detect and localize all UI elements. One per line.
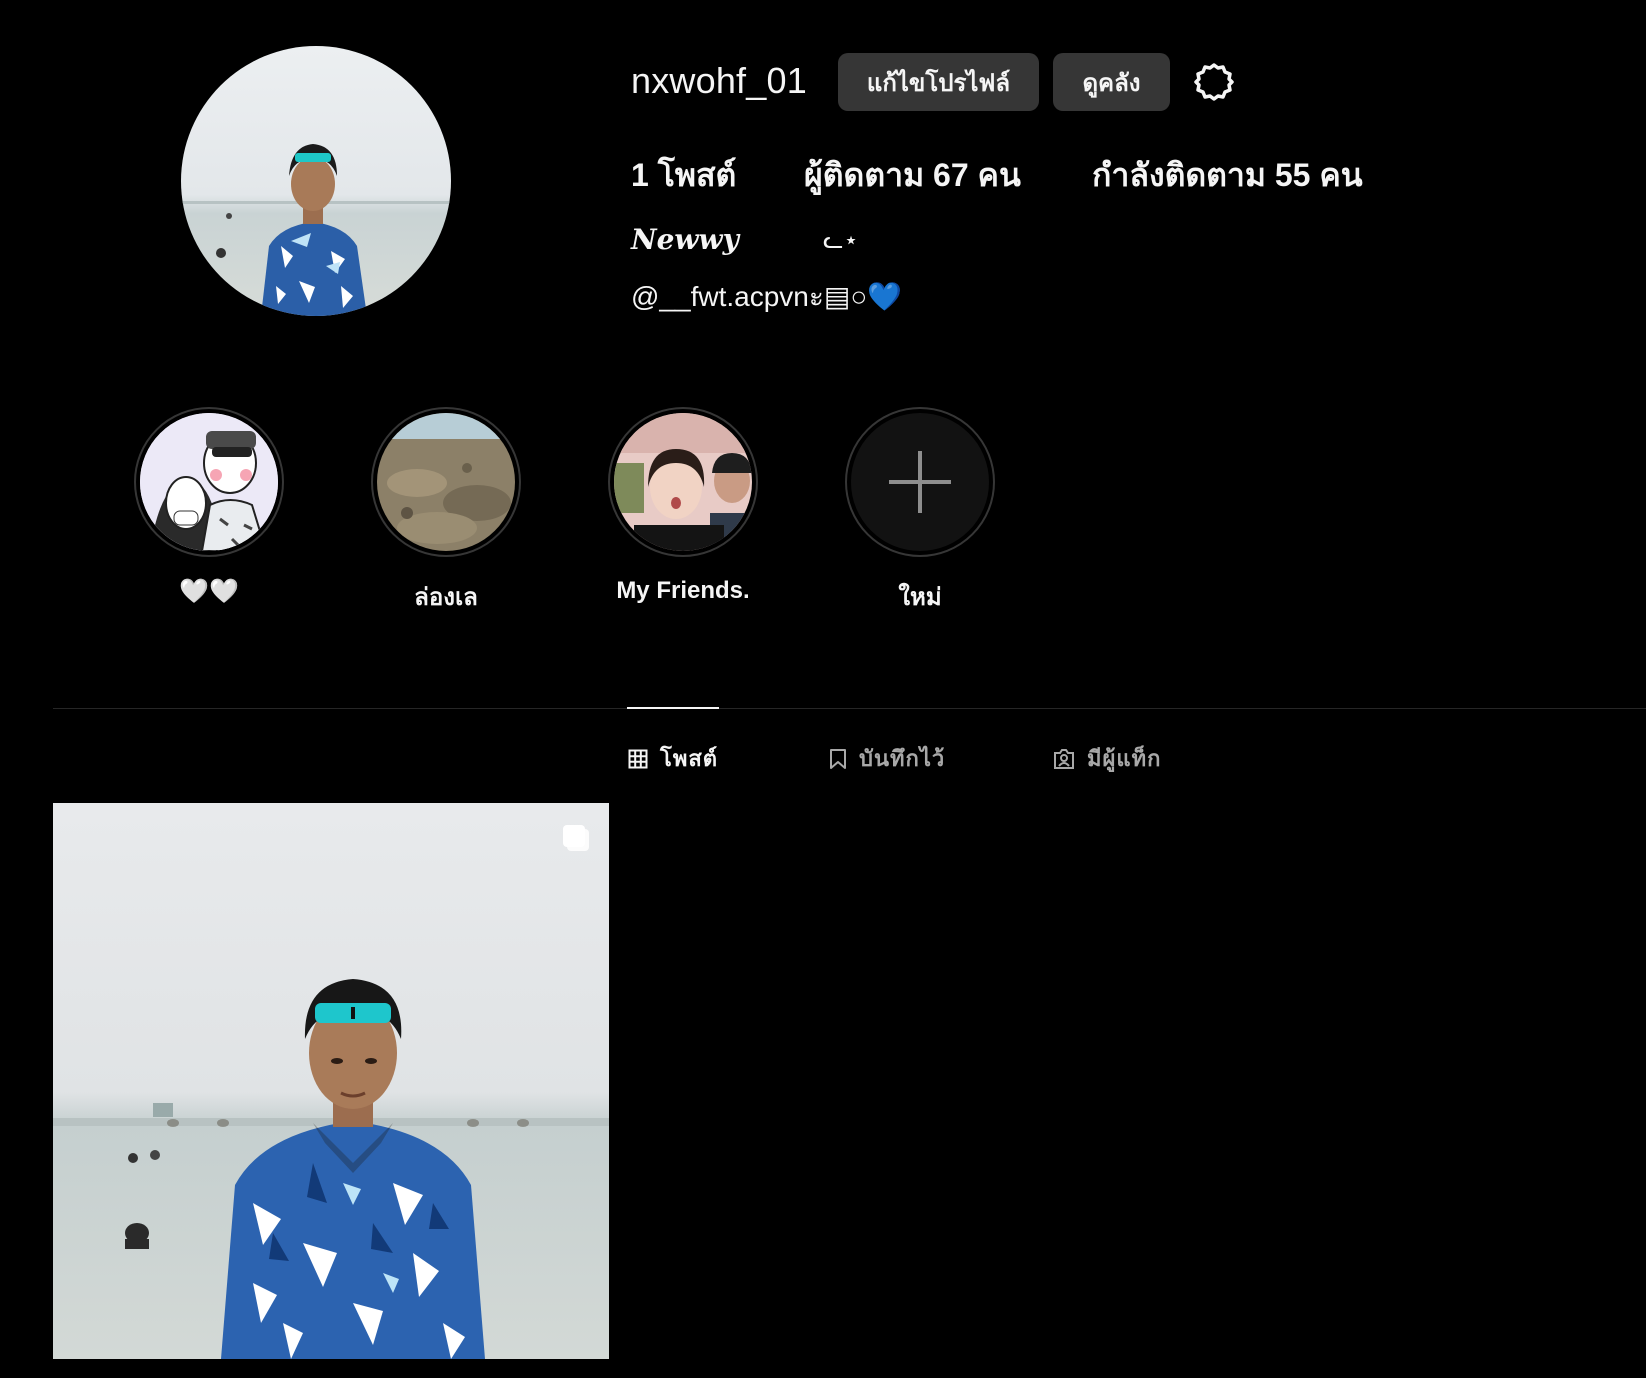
- highlight-3[interactable]: [608, 407, 758, 557]
- tab-posts-label: โพสต์: [660, 746, 719, 771]
- post-thumbnail[interactable]: [53, 803, 609, 1359]
- edit-profile-button[interactable]: แก้ไขโปรไฟล์: [838, 53, 1039, 111]
- highlight-cover: [614, 413, 752, 551]
- view-archive-button[interactable]: ดูคลัง: [1053, 53, 1170, 111]
- posts-count: 1 โพสต์: [631, 157, 737, 193]
- grid-icon: [628, 749, 648, 768]
- following-count[interactable]: กำลังติดตาม 55 คน: [1092, 150, 1363, 201]
- avatar-photo: [181, 46, 451, 316]
- active-tab-indicator: [627, 707, 719, 709]
- plus-icon: [889, 451, 951, 513]
- tabs-divider: [53, 708, 1646, 709]
- tab-tagged-label: มีผู้แท็ก: [1087, 746, 1162, 771]
- new-highlight-circle: [851, 413, 989, 551]
- followers-count[interactable]: ผู้ติดตาม 67 คน: [804, 150, 1021, 201]
- highlight-2-label: ล่องเล: [414, 584, 478, 611]
- new-highlight-button[interactable]: [845, 407, 995, 557]
- highlight-cover: [140, 413, 278, 551]
- tab-saved[interactable]: บันทึกไว้: [829, 741, 945, 776]
- tab-posts[interactable]: โพสต์: [628, 741, 718, 776]
- new-highlight-label: ใหม่: [898, 584, 942, 611]
- carousel-icon: [561, 823, 591, 853]
- highlight-1[interactable]: [134, 407, 284, 557]
- tagged-user-icon: [1054, 748, 1074, 769]
- bio-symbol: ᓚ⋆: [823, 227, 859, 254]
- post-photo: [53, 803, 609, 1359]
- bio-text: @__fwt.acpvnะ▤○💙: [631, 281, 903, 312]
- gear-icon[interactable]: [1193, 61, 1235, 103]
- highlight-cover: [377, 413, 515, 551]
- tab-tagged[interactable]: มีผู้แท็ก: [1053, 741, 1161, 776]
- highlight-3-label: My Friends.: [616, 577, 750, 604]
- bookmark-icon: [830, 748, 846, 769]
- highlight-2[interactable]: [371, 407, 521, 557]
- highlight-1-label: 🤍🤍: [179, 578, 239, 605]
- tab-saved-label: บันทึกไว้: [859, 746, 946, 771]
- username: nxwohf_01: [631, 60, 807, 101]
- profile-avatar[interactable]: [181, 46, 451, 316]
- bio-name: Newwy: [631, 223, 739, 256]
